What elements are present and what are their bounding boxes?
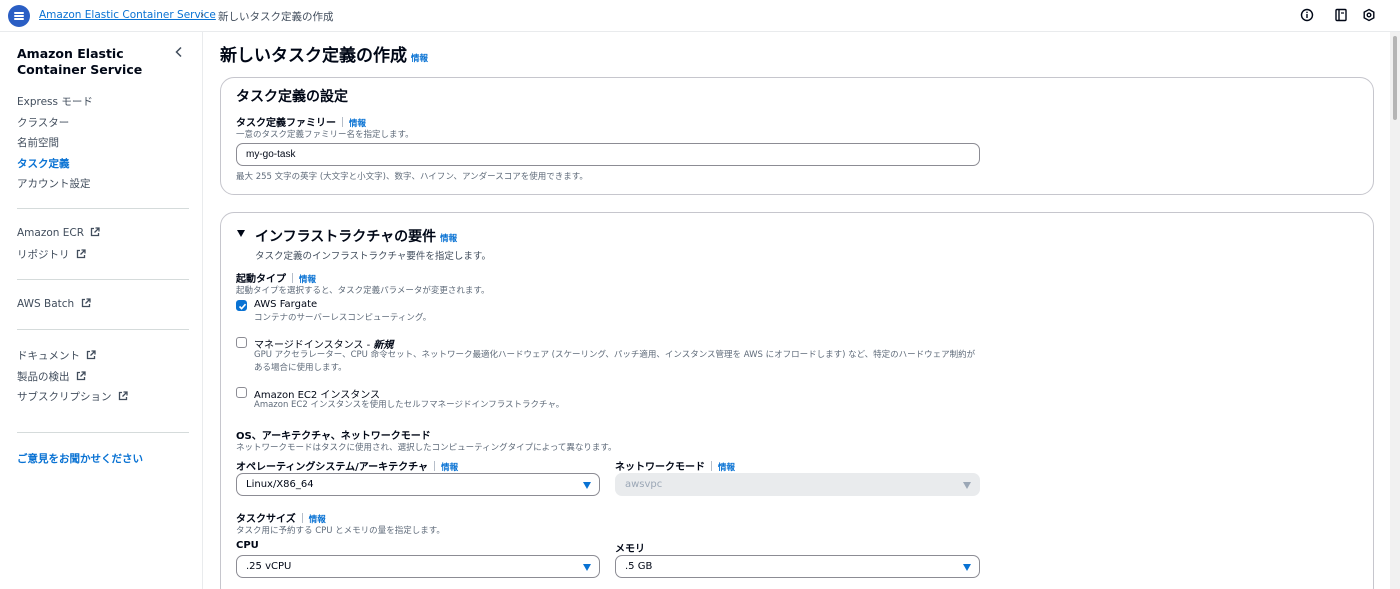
- info-circle-icon[interactable]: [1300, 8, 1314, 22]
- task-size-label: タスクサイズ 情報: [236, 510, 326, 525]
- external-link-icon: [76, 249, 86, 259]
- page-scrollbar[interactable]: [1390, 32, 1400, 589]
- nav-divider: [17, 432, 189, 433]
- scrollbar-thumb[interactable]: [1393, 36, 1397, 120]
- nav-item-task-definitions[interactable]: タスク定義: [17, 156, 70, 171]
- menu-icon[interactable]: [8, 5, 30, 27]
- network-mode-label: ネットワークモード 情報: [615, 458, 735, 473]
- label-divider: [301, 513, 303, 523]
- top-breadcrumb-bar: Amazon Elastic Container Service › 新しいタス…: [0, 0, 1400, 32]
- nav-item-account-settings[interactable]: アカウント設定: [17, 176, 91, 191]
- cpu-value: .25 vCPU: [246, 561, 292, 572]
- fargate-checkbox[interactable]: [236, 300, 247, 311]
- nav-item-clusters[interactable]: クラスター: [17, 115, 69, 130]
- os-section-description: ネットワークモードはタスクに使用され、選択したコンピューティングタイプによって異…: [236, 443, 617, 453]
- page-info-link[interactable]: 情報: [411, 54, 428, 64]
- nav-divider: [17, 208, 189, 209]
- settings-icon[interactable]: [1362, 8, 1376, 22]
- nav-item-discover-products[interactable]: 製品の検出: [17, 369, 86, 384]
- label-divider: [292, 273, 293, 283]
- task-config-heading: タスク定義の設定: [236, 89, 348, 105]
- os-arch-value: Linux/X86_64: [246, 479, 314, 490]
- check-icon: [238, 303, 247, 310]
- breadcrumb-current: 新しいタスク定義の作成: [218, 11, 334, 23]
- memory-value: .5 GB: [625, 561, 653, 572]
- nav-divider: [17, 279, 189, 280]
- network-mode-info-link[interactable]: 情報: [718, 463, 735, 473]
- infrastructure-heading[interactable]: インフラストラクチャの要件 情報: [255, 226, 457, 246]
- caret-down-icon: [583, 564, 591, 571]
- nav-item-label: 製品の検出: [17, 371, 70, 383]
- network-mode-select: awsvpc: [615, 473, 980, 496]
- infrastructure-info-link[interactable]: 情報: [440, 234, 457, 244]
- feedback-link[interactable]: ご意見をお聞かせください: [17, 451, 143, 466]
- fargate-label[interactable]: AWS Fargate: [254, 299, 317, 310]
- family-hint: 最大 255 文字の英字 (大文字と小文字)、数字、ハイフン、アンダースコアを使…: [236, 172, 588, 182]
- infrastructure-description: タスク定義のインフラストラクチャ要件を指定します。: [255, 251, 491, 262]
- launch-type-description: 起動タイプを選択すると、タスク定義パラメータが変更されます。: [236, 286, 490, 296]
- os-arch-label-text: オペレーティングシステム/アーキテクチャ: [236, 462, 429, 473]
- nav-item-label: リポジトリ: [17, 249, 70, 261]
- nav-item-subscriptions[interactable]: サブスクリプション: [17, 389, 128, 404]
- ec2-instances-checkbox[interactable]: [236, 387, 247, 398]
- caret-down-icon: [963, 482, 971, 489]
- os-arch-select[interactable]: Linux/X86_64: [236, 473, 600, 496]
- network-mode-label-text: ネットワークモード: [615, 462, 705, 473]
- task-size-description: タスク用に予約する CPU とメモリの量を指定します。: [236, 526, 445, 536]
- ec2-instances-description: Amazon EC2 インスタンスを使用したセルフマネージドインフラストラクチャ…: [254, 400, 565, 410]
- memory-select[interactable]: .5 GB: [615, 555, 980, 578]
- nav-divider: [17, 329, 189, 330]
- nav-item-aws-batch[interactable]: AWS Batch: [17, 298, 91, 310]
- nav-item-label: ドキュメント: [17, 350, 80, 362]
- external-link-icon: [91, 227, 101, 237]
- nav-title: Amazon Elastic Container Service: [17, 46, 143, 77]
- launch-type-label: 起動タイプ 情報: [236, 270, 316, 285]
- side-panel-icon[interactable]: [1334, 8, 1348, 22]
- breadcrumb-service-link[interactable]: Amazon Elastic Container Service: [39, 9, 216, 21]
- fargate-description: コンテナのサーバーレスコンピューティング。: [254, 313, 432, 323]
- network-mode-value: awsvpc: [625, 479, 663, 490]
- os-arch-label: オペレーティングシステム/アーキテクチャ 情報: [236, 458, 458, 473]
- expand-caret-icon[interactable]: [237, 230, 245, 237]
- external-link-icon: [87, 350, 96, 360]
- label-divider: [434, 461, 436, 471]
- external-link-icon: [81, 298, 91, 308]
- label-divider: [342, 117, 343, 127]
- family-description: 一意のタスク定義ファミリー名を指定します。: [236, 130, 414, 140]
- nav-item-amazon-ecr[interactable]: Amazon ECR: [17, 227, 101, 239]
- caret-down-icon: [583, 482, 591, 489]
- external-link-icon: [76, 371, 86, 381]
- external-link-icon: [118, 391, 128, 401]
- chevron-left-icon[interactable]: [174, 46, 184, 62]
- memory-label: メモリ: [615, 544, 645, 555]
- family-label: タスク定義ファミリー 情報: [236, 114, 366, 129]
- nav-item-repositories[interactable]: リポジトリ: [17, 247, 86, 262]
- side-navigation: Amazon Elastic Container Service Express…: [0, 32, 203, 589]
- os-section-label: OS、アーキテクチャ、ネットワークモード: [236, 431, 431, 442]
- managed-instances-description: GPU アクセラレーター、CPU 命令セット、ネットワーク最適化ハードウェア (…: [254, 350, 976, 373]
- os-arch-info-link[interactable]: 情報: [441, 463, 458, 473]
- infrastructure-heading-text: インフラストラクチャの要件: [255, 229, 437, 245]
- nav-item-label: サブスクリプション: [17, 391, 112, 403]
- nav-item-namespaces[interactable]: 名前空間: [17, 135, 59, 150]
- nav-item-documentation[interactable]: ドキュメント: [17, 348, 96, 363]
- nav-item-label: AWS Batch: [17, 298, 75, 310]
- managed-instances-checkbox[interactable]: [236, 337, 247, 348]
- nav-item-express-mode[interactable]: Express モード: [17, 94, 93, 109]
- task-family-input[interactable]: [236, 143, 980, 166]
- cpu-select[interactable]: .25 vCPU: [236, 555, 600, 578]
- cpu-label: CPU: [236, 540, 259, 551]
- caret-down-icon: [963, 564, 971, 571]
- page-title-text: 新しいタスク定義の作成: [220, 46, 407, 66]
- nav-item-label: Amazon ECR: [17, 227, 85, 239]
- breadcrumb-separator: ›: [200, 8, 205, 21]
- label-divider: [711, 461, 712, 471]
- page-title: 新しいタスク定義の作成 情報: [220, 41, 428, 66]
